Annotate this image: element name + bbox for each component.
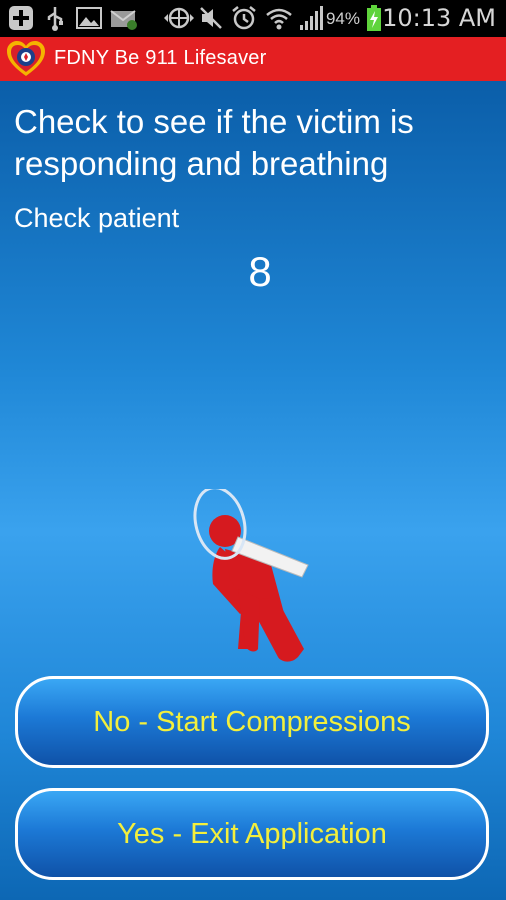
app-bar: FDNY Be 911 Lifesaver <box>0 37 506 81</box>
victim-body-icon <box>209 515 304 662</box>
image-icon <box>76 7 102 29</box>
clock: 10:13 AM <box>382 4 496 32</box>
mute-icon <box>200 7 222 29</box>
victim-check-illustration <box>193 489 309 662</box>
status-bar: 94% 10:13 AM <box>0 0 506 37</box>
plus-icon <box>9 6 33 30</box>
countdown-counter: 8 <box>248 248 272 295</box>
data-sync-icon <box>164 7 194 29</box>
main-content: Check to see if the victim is responding… <box>0 81 506 900</box>
battery-charging-icon <box>367 5 381 31</box>
step-label: Check patient <box>14 203 180 233</box>
usb-icon <box>47 7 63 31</box>
signal-icon <box>300 6 323 30</box>
battery-percent: 94% <box>325 9 360 28</box>
exit-application-button[interactable]: Yes - Exit Application <box>15 788 489 880</box>
fdny-logo-icon <box>7 41 45 76</box>
wifi-icon <box>266 8 292 30</box>
instruction-headline: Check to see if the victim is responding… <box>14 103 414 182</box>
app-title: FDNY Be 911 Lifesaver <box>54 47 267 69</box>
start-compressions-button[interactable]: No - Start Compressions <box>15 676 489 768</box>
alarm-icon <box>232 6 256 30</box>
mail-icon <box>110 10 137 30</box>
